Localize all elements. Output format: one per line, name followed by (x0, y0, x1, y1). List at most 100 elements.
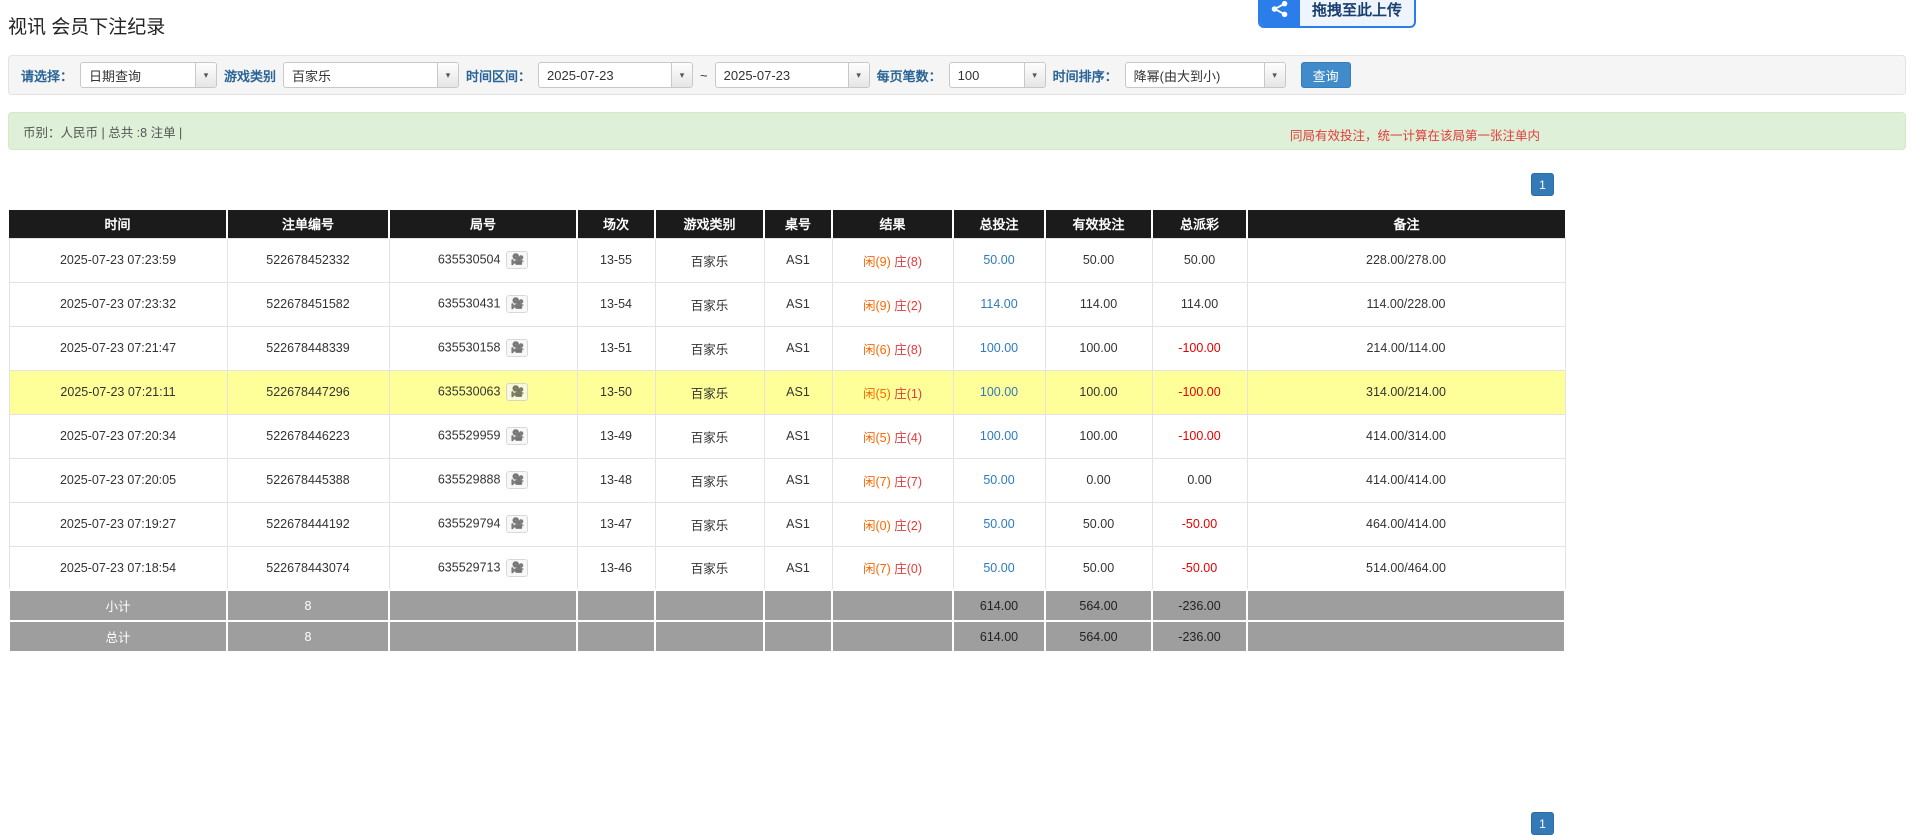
chevron-down-icon[interactable]: ▾ (1024, 63, 1045, 87)
cell-time: 2025-07-23 07:23:32 (9, 282, 227, 326)
video-camera-icon[interactable]: 🎥 (506, 427, 528, 445)
cell-time: 2025-07-23 07:21:11 (9, 370, 227, 414)
search-button[interactable]: 查询 (1301, 62, 1351, 88)
page-size-label: 每页笔数： (877, 66, 942, 85)
cell-total-bet: 50.00 (953, 546, 1045, 590)
cell-time: 2025-07-23 07:20:05 (9, 458, 227, 502)
cell-game-category: 百家乐 (655, 238, 764, 282)
time-sort-combo[interactable]: 降幂(由大到小) ▾ (1125, 62, 1286, 88)
upload-label: 拖拽至此上传 (1300, 0, 1414, 26)
footer-empty-cell (1247, 590, 1565, 621)
cell-result: 闲(5) 庄(4) (832, 414, 953, 458)
bet-records-table: 时间 注单编号 局号 场次 游戏类别 桌号 结果 总投注 有效投注 总派彩 备注… (8, 210, 1566, 653)
table-header-row: 时间 注单编号 局号 场次 游戏类别 桌号 结果 总投注 有效投注 总派彩 备注 (9, 210, 1565, 238)
round-id-text: 635529959 (438, 428, 501, 442)
cell-table-id: AS1 (764, 458, 832, 502)
cell-table-id: AS1 (764, 282, 832, 326)
query-type-combo[interactable]: 日期查询 ▾ (80, 62, 217, 88)
cell-total-bet: 114.00 (953, 282, 1045, 326)
col-header-total-bet: 总投注 (953, 210, 1045, 238)
cell-game-category: 百家乐 (655, 502, 764, 546)
cell-total-bet: 100.00 (953, 326, 1045, 370)
time-sort-value: 降幂(由大到小) (1126, 63, 1264, 87)
page-size-combo[interactable]: 100 ▾ (949, 62, 1046, 88)
cell-result: 闲(7) 庄(0) (832, 546, 953, 590)
cell-remark: 314.00/214.00 (1247, 370, 1565, 414)
cell-payout: -100.00 (1152, 370, 1247, 414)
col-header-game: 游戏类别 (655, 210, 764, 238)
cell-result: 闲(6) 庄(8) (832, 326, 953, 370)
chevron-down-icon[interactable]: ▾ (437, 63, 458, 87)
cell-valid-bet: 100.00 (1045, 414, 1152, 458)
round-id-text: 635529713 (438, 560, 501, 574)
date-to-picker[interactable]: 2025-07-23 ▾ (715, 62, 870, 88)
game-category-label: 游戏类别 (224, 66, 276, 85)
cell-bet-id: 522678443074 (227, 546, 389, 590)
cell-total-bet: 100.00 (953, 414, 1045, 458)
pagination-page-1[interactable]: 1 (1531, 173, 1554, 196)
video-camera-icon[interactable]: 🎥 (506, 295, 528, 313)
result-banker: 庄(0) (894, 562, 922, 576)
subtotal-valid-bet: 564.00 (1045, 590, 1152, 621)
cell-session: 13-49 (577, 414, 655, 458)
chevron-down-icon[interactable]: ▾ (195, 63, 216, 87)
total-bet-link[interactable]: 114.00 (980, 297, 1017, 311)
round-id-text: 635530063 (438, 384, 501, 398)
total-bet-link[interactable]: 100.00 (980, 385, 1018, 399)
cell-total-bet: 50.00 (953, 458, 1045, 502)
date-to-value: 2025-07-23 (716, 63, 848, 87)
cell-time: 2025-07-23 07:19:27 (9, 502, 227, 546)
footer-empty-cell (389, 590, 577, 621)
cell-bet-id: 522678451582 (227, 282, 389, 326)
subtotal-count: 8 (227, 590, 389, 621)
result-player: 闲(7) (863, 562, 891, 576)
total-bet-link[interactable]: 100.00 (980, 429, 1018, 443)
total-bet-link[interactable]: 50.00 (983, 517, 1014, 531)
upload-dropzone-button[interactable]: 拖拽至此上传 (1258, 0, 1416, 28)
result-banker: 庄(1) (894, 387, 922, 401)
cell-table-id: AS1 (764, 546, 832, 590)
video-camera-icon[interactable]: 🎥 (506, 339, 528, 357)
cell-round-id: 635529713 🎥 (389, 546, 577, 590)
total-bet-link[interactable]: 50.00 (983, 253, 1014, 267)
video-camera-icon[interactable]: 🎥 (506, 471, 528, 489)
total-bet-link[interactable]: 100.00 (980, 341, 1018, 355)
subtotal-label: 小计 (9, 590, 227, 621)
footer-empty-cell (577, 621, 655, 652)
cell-remark: 514.00/464.00 (1247, 546, 1565, 590)
range-separator: ~ (700, 68, 708, 83)
chevron-down-icon[interactable]: ▾ (671, 63, 692, 87)
select-type-label: 请选择： (21, 66, 73, 85)
cell-payout: -100.00 (1152, 326, 1247, 370)
cell-game-category: 百家乐 (655, 546, 764, 590)
cell-bet-id: 522678452332 (227, 238, 389, 282)
table-body: 2025-07-23 07:23:59 522678452332 6355305… (9, 238, 1565, 590)
cell-payout: 114.00 (1152, 282, 1247, 326)
result-banker: 庄(7) (894, 475, 922, 489)
total-bet-link[interactable]: 50.00 (983, 561, 1014, 575)
cell-session: 13-54 (577, 282, 655, 326)
game-category-combo[interactable]: 百家乐 ▾ (283, 62, 459, 88)
round-id-text: 635530431 (438, 296, 501, 310)
cell-session: 13-55 (577, 238, 655, 282)
result-banker: 庄(4) (894, 431, 922, 445)
cell-bet-id: 522678445388 (227, 458, 389, 502)
video-camera-icon[interactable]: 🎥 (506, 251, 528, 269)
cell-remark: 414.00/314.00 (1247, 414, 1565, 458)
date-from-picker[interactable]: 2025-07-23 ▾ (538, 62, 693, 88)
filter-bar: 请选择： 日期查询 ▾ 游戏类别 百家乐 ▾ 时间区间： 2025-07-23 … (8, 55, 1906, 95)
video-camera-icon[interactable]: 🎥 (506, 383, 528, 401)
cell-valid-bet: 100.00 (1045, 326, 1152, 370)
footer-empty-cell (655, 621, 764, 652)
col-header-round-id: 局号 (389, 210, 577, 238)
video-camera-icon[interactable]: 🎥 (506, 559, 528, 577)
video-camera-icon[interactable]: 🎥 (506, 515, 528, 533)
cell-round-id: 635530504🎥 (389, 238, 577, 282)
cell-valid-bet: 50.00 (1045, 502, 1152, 546)
chevron-down-icon[interactable]: ▾ (1264, 63, 1285, 87)
total-bet-link[interactable]: 50.00 (983, 473, 1014, 487)
query-type-value: 日期查询 (81, 63, 195, 87)
chevron-down-icon[interactable]: ▾ (848, 63, 869, 87)
table-row: 2025-07-23 07:21:11 522678447296 6355300… (9, 370, 1565, 414)
table-row: 2025-07-23 07:18:54 522678443074 6355297… (9, 546, 1565, 590)
